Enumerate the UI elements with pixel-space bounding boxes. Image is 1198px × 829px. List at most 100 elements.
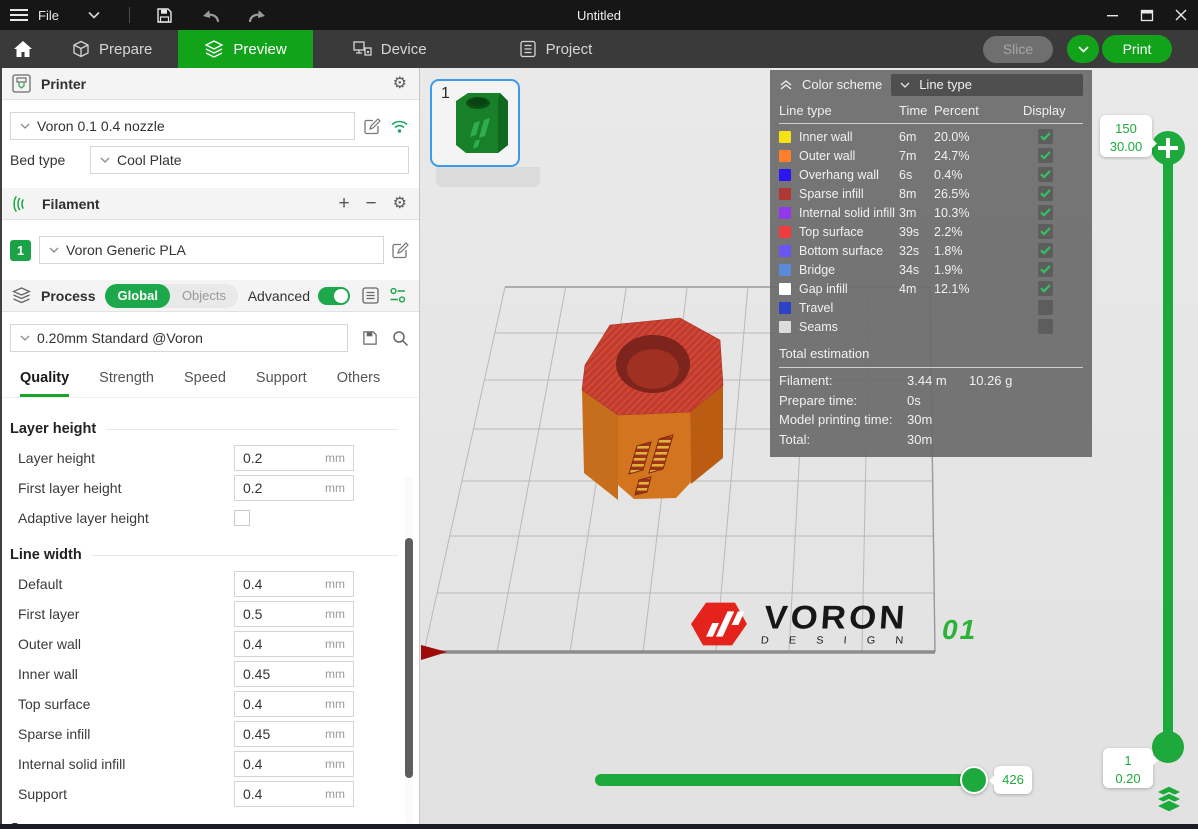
tab-label: Device [381, 41, 427, 58]
settings-scrollbar[interactable] [405, 478, 413, 823]
unit-label: mm [325, 607, 345, 621]
menu-icon[interactable] [10, 9, 28, 21]
percent-value: 1.8% [934, 244, 1038, 258]
advanced-toggle[interactable] [318, 287, 350, 305]
search-icon[interactable] [392, 330, 409, 347]
redo-icon[interactable] [246, 6, 268, 24]
scrollbar-thumb[interactable] [405, 538, 413, 778]
file-menu[interactable]: File [38, 8, 59, 23]
maximize-button[interactable] [1130, 0, 1164, 30]
step-slider-track[interactable] [595, 774, 985, 786]
chevron-down-icon[interactable] [83, 6, 105, 24]
wifi-icon[interactable] [390, 119, 409, 134]
save-icon[interactable] [154, 6, 176, 24]
parameter-list-icon[interactable] [362, 287, 379, 304]
display-checkbox[interactable] [1038, 167, 1053, 182]
legend-divider [779, 123, 1083, 124]
layer-slider-track[interactable] [1163, 145, 1173, 751]
color-scheme-value: Line type [919, 77, 972, 92]
display-checkbox[interactable] [1038, 300, 1053, 315]
global-objects-toggle[interactable]: Global Objects [105, 284, 238, 308]
segment-global[interactable]: Global [105, 284, 169, 308]
outer-wall-line-width-input[interactable]: mm [234, 631, 354, 657]
edit-printer-icon[interactable] [364, 118, 381, 135]
tab-project[interactable]: Project [493, 30, 619, 68]
project-icon [519, 40, 537, 58]
legend-row: Gap infill4m12.1% [770, 279, 1092, 298]
tab-others[interactable]: Others [337, 370, 381, 397]
line-type-label: Travel [799, 301, 899, 315]
internal-solid-infill-line-width-input[interactable]: mm [234, 751, 354, 777]
tab-preview[interactable]: Preview [178, 30, 312, 68]
step-slider-handle[interactable] [960, 766, 988, 794]
filament-preset-value: Voron Generic PLA [66, 242, 186, 258]
tab-speed[interactable]: Speed [184, 370, 226, 397]
objects-table-icon[interactable] [389, 287, 407, 304]
tab-strength[interactable]: Strength [99, 370, 154, 397]
tab-prepare[interactable]: Prepare [46, 30, 178, 68]
inner-wall-line-width-input[interactable]: mm [234, 661, 354, 687]
close-button[interactable] [1164, 0, 1198, 30]
display-checkbox[interactable] [1038, 129, 1053, 144]
display-checkbox[interactable] [1038, 319, 1053, 334]
layer-slider-bottom-handle[interactable] [1152, 731, 1184, 763]
plate-thumbnail[interactable]: 1 [430, 79, 520, 167]
support-line-width-input[interactable]: mm [234, 781, 354, 807]
layers-view-icon[interactable] [1155, 785, 1183, 816]
display-checkbox[interactable] [1038, 148, 1053, 163]
adaptive-layer-height-checkbox[interactable] [234, 510, 250, 526]
print-button[interactable]: Print [1102, 35, 1172, 63]
default-line-width-input[interactable]: mm [234, 571, 354, 597]
voron-hexagon-icon [688, 601, 749, 646]
color-scheme-select[interactable]: Line type [891, 74, 1083, 96]
home-button[interactable] [0, 30, 46, 68]
display-checkbox[interactable] [1038, 281, 1053, 296]
print-dropdown-button[interactable] [1067, 35, 1099, 63]
percent-value: 1.9% [934, 263, 1038, 277]
total-row: Total:30m [770, 430, 1092, 450]
window-edge [0, 68, 2, 829]
percent-value: 10.3% [934, 206, 1038, 220]
printer-settings-icon[interactable]: ⚙ [393, 76, 407, 92]
display-checkbox[interactable] [1038, 262, 1053, 277]
color-swatch [779, 283, 791, 295]
bed-type-select[interactable]: Cool Plate [90, 146, 409, 174]
slice-button[interactable]: Slice [983, 36, 1053, 63]
display-checkbox[interactable] [1038, 186, 1053, 201]
unit-label: mm [325, 481, 345, 495]
add-filament-button[interactable]: + [338, 194, 349, 213]
process-preset-select[interactable]: 0.20mm Standard @Voron [10, 324, 348, 352]
param-label: Internal solid infill [18, 756, 234, 772]
param-label: Inner wall [18, 666, 234, 682]
color-swatch [779, 169, 791, 181]
top-surface-line-width-input[interactable]: mm [234, 691, 354, 717]
param-label: Adaptive layer height [18, 510, 234, 526]
sparse-infill-line-width-input[interactable]: mm [234, 721, 354, 747]
tab-device[interactable]: Device [327, 30, 453, 68]
save-preset-icon[interactable] [362, 330, 378, 346]
filament-preset-select[interactable]: Voron Generic PLA [39, 236, 384, 264]
tab-quality[interactable]: Quality [20, 370, 69, 397]
time-value: 34s [899, 263, 934, 277]
minimize-button[interactable] [1096, 0, 1130, 30]
filament-settings-icon[interactable]: ⚙ [393, 196, 407, 212]
display-checkbox[interactable] [1038, 205, 1053, 220]
legend-row: Seams [770, 317, 1092, 336]
undo-icon[interactable] [200, 6, 222, 24]
filament-slot-badge[interactable]: 1 [10, 240, 31, 261]
unit-label: mm [325, 637, 345, 651]
display-checkbox[interactable] [1038, 224, 1053, 239]
collapse-icon[interactable] [779, 79, 793, 91]
display-checkbox[interactable] [1038, 243, 1053, 258]
printer-preset-select[interactable]: Voron 0.1 0.4 nozzle [10, 112, 355, 140]
segment-objects[interactable]: Objects [170, 288, 238, 303]
edit-filament-icon[interactable] [392, 242, 409, 259]
color-swatch [779, 150, 791, 162]
remove-filament-button[interactable]: − [366, 194, 377, 213]
sliced-model[interactable] [575, 308, 730, 513]
first-layer-height-input[interactable]: mm [234, 475, 354, 501]
tab-support[interactable]: Support [256, 370, 307, 397]
layer-height-input[interactable]: mm [234, 445, 354, 471]
first-layer-line-width-input[interactable]: mm [234, 601, 354, 627]
layer-slider-top-handle[interactable] [1151, 131, 1185, 165]
